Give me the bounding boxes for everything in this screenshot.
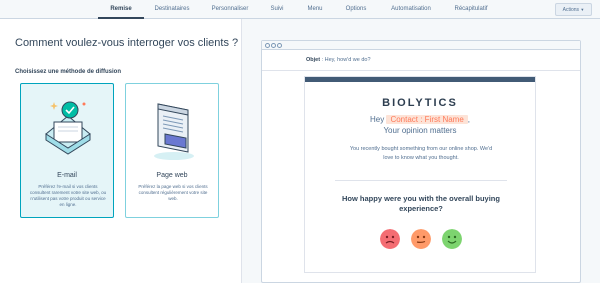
email-option-card[interactable]: E-mail Préférez l'e-mail si vos clients …: [20, 83, 114, 218]
window-dot-icon: [277, 43, 282, 48]
neutral-face-icon[interactable]: [411, 229, 431, 249]
section-subheading: Choisissez une méthode de diffusion: [15, 69, 122, 75]
tab-recapitulatif[interactable]: Récapitulatif: [447, 0, 495, 19]
email-option-title: E-mail: [57, 172, 77, 179]
actions-label: Actions: [562, 7, 580, 13]
browser-title-bar: [262, 41, 580, 50]
email-header-bar: [305, 77, 535, 82]
tab-menu[interactable]: Menu: [300, 0, 330, 19]
top-nav: Remise Destinataires Personnaliser Suivi…: [0, 0, 600, 19]
email-body-text: You recently bought something from our o…: [349, 146, 493, 161]
greeting: Hey Contact : First Name,: [305, 115, 535, 124]
tab-personnaliser[interactable]: Personnaliser: [203, 0, 257, 19]
greeting-comma: ,: [467, 115, 471, 124]
window-dot-icon: [265, 43, 270, 48]
web-page-option-title: Page web: [156, 172, 188, 179]
subject-separator: :: [321, 57, 324, 63]
email-preview: BIOLYTICS Hey Contact : First Name, Your…: [304, 76, 536, 273]
actions-dropdown-button[interactable]: Actions ▼: [555, 3, 592, 16]
email-headline: Your opinion matters: [383, 126, 457, 135]
tab-remise[interactable]: Remise: [98, 0, 144, 19]
email-icon: [45, 101, 91, 155]
window-dot-icon: [271, 43, 276, 48]
web-page-icon: [154, 103, 194, 160]
tab-destinataires[interactable]: Destinataires: [146, 0, 198, 19]
tab-suivi[interactable]: Suivi: [262, 0, 292, 19]
subject-value: Hey, how'd we do?: [324, 57, 371, 63]
tab-options[interactable]: Options: [339, 0, 373, 19]
personalization-token[interactable]: Contact : First Name: [386, 115, 468, 124]
sad-face-icon[interactable]: [380, 229, 400, 249]
tab-automatisation[interactable]: Automatisation: [383, 0, 439, 19]
chevron-down-icon: ▼: [580, 7, 585, 12]
survey-question: How happy were you with the overall buyi…: [342, 194, 500, 213]
web-page-option-card[interactable]: Page web Préférez la page web si vos cli…: [125, 83, 219, 218]
brand-logo: BIOLYTICS: [382, 97, 458, 109]
subject-label: Objet: [306, 57, 321, 63]
greeting-text: Hey: [369, 115, 385, 124]
page-title: Comment voulez-vous interroger vos clien…: [15, 37, 239, 49]
email-option-description: Préférez l'e-mail si vos clients consult…: [29, 184, 107, 207]
email-divider: [335, 180, 507, 181]
web-page-option-description: Préférez la page web si vos clients cons…: [138, 184, 208, 201]
happy-face-icon[interactable]: [442, 229, 462, 249]
email-subject-line: Objet : Hey, how'd we do?: [306, 57, 371, 63]
subject-divider: [262, 70, 580, 71]
